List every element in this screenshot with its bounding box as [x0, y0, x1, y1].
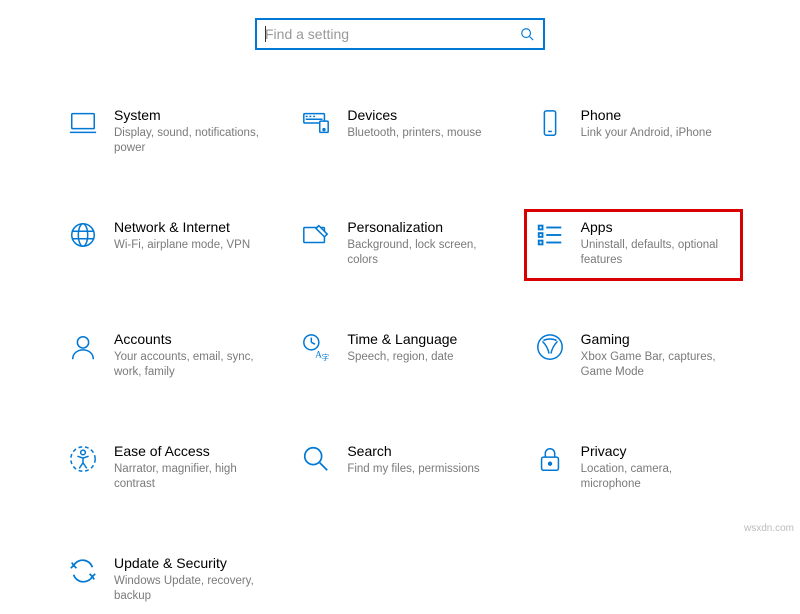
tile-text: Update & Security Windows Update, recove… — [100, 554, 265, 604]
tile-update-security[interactable]: Update & Security Windows Update, recove… — [60, 548, 273, 614]
tile-desc: Uninstall, defaults, optional features — [581, 238, 732, 268]
devices-icon — [299, 106, 333, 140]
tile-title: System — [114, 106, 265, 124]
privacy-icon — [533, 442, 567, 476]
tile-title: Phone — [581, 106, 712, 124]
time-language-icon: A 字 — [299, 330, 333, 364]
tile-text: Devices Bluetooth, printers, mouse — [333, 106, 481, 141]
tile-text: Privacy Location, camera, microphone — [567, 442, 732, 492]
tile-title: Privacy — [581, 442, 732, 460]
tile-title: Devices — [347, 106, 481, 124]
tile-accounts[interactable]: Accounts Your accounts, email, sync, wor… — [60, 324, 273, 390]
tile-apps[interactable]: Apps Uninstall, defaults, optional featu… — [527, 212, 740, 278]
tile-text: Time & Language Speech, region, date — [333, 330, 457, 365]
system-icon — [66, 106, 100, 140]
update-security-icon — [66, 554, 100, 588]
text-cursor — [265, 26, 266, 42]
tile-title: Personalization — [347, 218, 498, 236]
tile-title: Gaming — [581, 330, 732, 348]
settings-grid: System Display, sound, notifications, po… — [0, 50, 800, 614]
tile-title: Update & Security — [114, 554, 265, 572]
gaming-icon — [533, 330, 567, 364]
tile-text: System Display, sound, notifications, po… — [100, 106, 265, 156]
search-input[interactable] — [265, 26, 519, 42]
tile-title: Time & Language — [347, 330, 457, 348]
accounts-icon — [66, 330, 100, 364]
tile-time-language[interactable]: A 字 Time & Language Speech, region, date — [293, 324, 506, 390]
tile-text: Personalization Background, lock screen,… — [333, 218, 498, 268]
tile-desc: Location, camera, microphone — [581, 462, 732, 492]
tile-text: Accounts Your accounts, email, sync, wor… — [100, 330, 265, 380]
tile-search[interactable]: Search Find my files, permissions — [293, 436, 506, 502]
tile-desc: Speech, region, date — [347, 350, 457, 365]
tile-desc: Narrator, magnifier, high contrast — [114, 462, 265, 492]
tile-text: Gaming Xbox Game Bar, captures, Game Mod… — [567, 330, 732, 380]
tile-desc: Display, sound, notifications, power — [114, 126, 265, 156]
tile-desc: Background, lock screen, colors — [347, 238, 498, 268]
search-container — [0, 0, 800, 50]
tile-gaming[interactable]: Gaming Xbox Game Bar, captures, Game Mod… — [527, 324, 740, 390]
tile-text: Search Find my files, permissions — [333, 442, 479, 477]
search-box[interactable] — [255, 18, 545, 50]
watermark: wsxdn.com — [744, 523, 794, 534]
tile-text: Network & Internet Wi-Fi, airplane mode,… — [100, 218, 250, 253]
tile-desc: Wi-Fi, airplane mode, VPN — [114, 238, 250, 253]
tile-title: Ease of Access — [114, 442, 265, 460]
search-icon — [519, 26, 535, 42]
tile-desc: Xbox Game Bar, captures, Game Mode — [581, 350, 732, 380]
tile-title: Network & Internet — [114, 218, 250, 236]
network-icon — [66, 218, 100, 252]
tile-desc: Find my files, permissions — [347, 462, 479, 477]
tile-devices[interactable]: Devices Bluetooth, printers, mouse — [293, 100, 506, 166]
phone-icon — [533, 106, 567, 140]
tile-desc: Windows Update, recovery, backup — [114, 574, 265, 604]
tile-title: Search — [347, 442, 479, 460]
tile-title: Accounts — [114, 330, 265, 348]
tile-personalization[interactable]: Personalization Background, lock screen,… — [293, 212, 506, 278]
svg-text:字: 字 — [322, 352, 330, 362]
apps-icon — [533, 218, 567, 252]
tile-text: Ease of Access Narrator, magnifier, high… — [100, 442, 265, 492]
tile-network[interactable]: Network & Internet Wi-Fi, airplane mode,… — [60, 212, 273, 278]
tile-desc: Bluetooth, printers, mouse — [347, 126, 481, 141]
tile-phone[interactable]: Phone Link your Android, iPhone — [527, 100, 740, 166]
tile-ease-of-access[interactable]: Ease of Access Narrator, magnifier, high… — [60, 436, 273, 502]
search-category-icon — [299, 442, 333, 476]
tile-desc: Your accounts, email, sync, work, family — [114, 350, 265, 380]
tile-privacy[interactable]: Privacy Location, camera, microphone — [527, 436, 740, 502]
tile-desc: Link your Android, iPhone — [581, 126, 712, 141]
ease-of-access-icon — [66, 442, 100, 476]
tile-title: Apps — [581, 218, 732, 236]
personalization-icon — [299, 218, 333, 252]
tile-text: Phone Link your Android, iPhone — [567, 106, 712, 141]
tile-text: Apps Uninstall, defaults, optional featu… — [567, 218, 732, 268]
tile-system[interactable]: System Display, sound, notifications, po… — [60, 100, 273, 166]
